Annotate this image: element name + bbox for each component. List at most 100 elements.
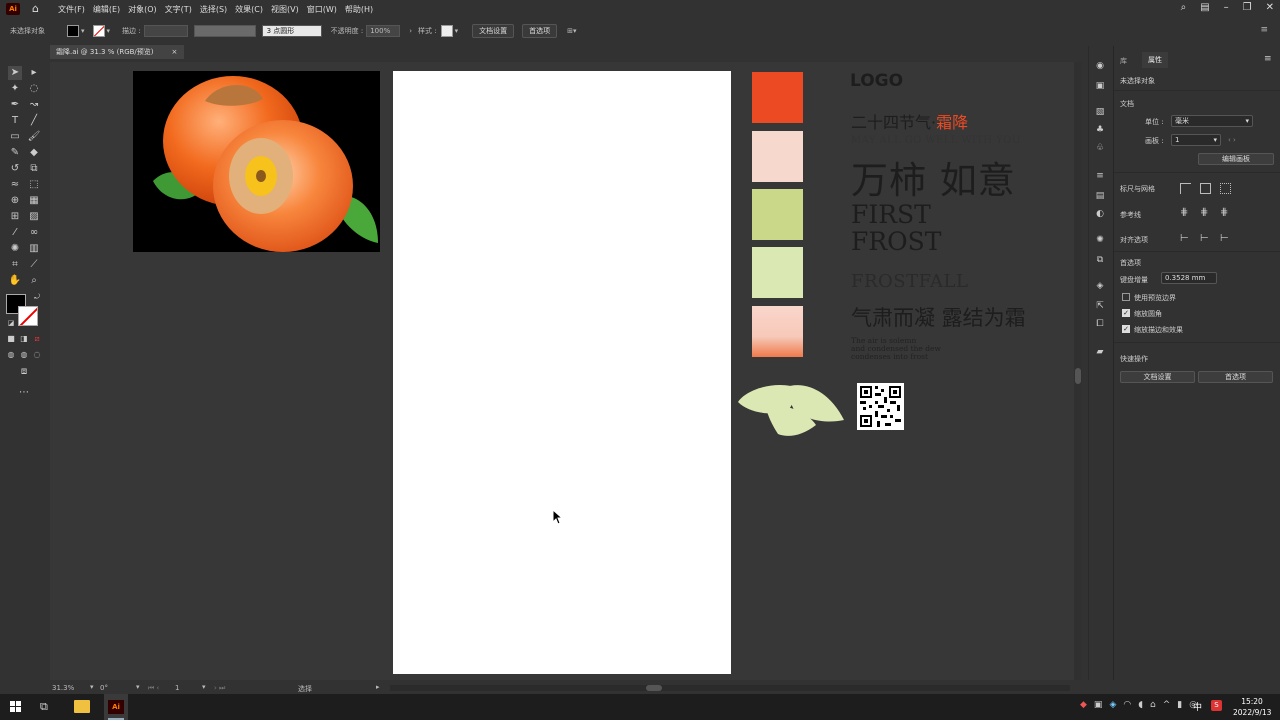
- chevron-down-icon[interactable]: ▾: [107, 27, 111, 35]
- description-line-3[interactable]: condenses into frost: [851, 353, 928, 361]
- tray-app-icon[interactable]: ◆: [1080, 700, 1087, 710]
- unit-dropdown[interactable]: 毫米 ▾: [1171, 115, 1253, 127]
- persimmon-image[interactable]: [133, 71, 380, 252]
- symbol-sprayer-icon[interactable]: ✺: [8, 242, 22, 256]
- default-colors-icon[interactable]: ◪: [4, 316, 18, 330]
- free-transform-icon[interactable]: ⬚: [27, 178, 41, 192]
- scale-strokes-checkbox[interactable]: ✓: [1122, 325, 1130, 333]
- minimize-icon[interactable]: –: [1224, 2, 1229, 13]
- opacity-field[interactable]: 100%: [366, 25, 401, 37]
- image-trace-icon[interactable]: ▧: [1094, 106, 1106, 118]
- tray-chevron-icon[interactable]: ^: [1163, 700, 1171, 710]
- more-tools-icon[interactable]: ⋯: [17, 386, 31, 400]
- symbols-icon[interactable]: ♧: [1094, 142, 1106, 154]
- perspective-grid-icon[interactable]: ▦: [27, 194, 41, 208]
- slice-tool-icon[interactable]: ⟋: [27, 258, 41, 272]
- swatch-light-green[interactable]: [752, 247, 803, 298]
- subtitle-text[interactable]: MAY ALL GO WELL WITH YOU: [851, 135, 1021, 146]
- draw-normal-icon[interactable]: ◍: [4, 348, 18, 362]
- stroke-weight-field[interactable]: [143, 25, 188, 37]
- grid-icon[interactable]: [1200, 183, 1211, 194]
- rulers-icon[interactable]: [1180, 183, 1191, 194]
- chevron-down-icon[interactable]: ▾: [455, 27, 459, 35]
- sogou-ime-icon[interactable]: S: [1211, 700, 1222, 711]
- tray-extra-icon[interactable]: ⌂: [1150, 700, 1156, 710]
- stroke-swatch[interactable]: [92, 25, 105, 37]
- tab-library[interactable]: 库: [1120, 56, 1127, 66]
- menu-effect[interactable]: 效果(C): [235, 4, 263, 15]
- artboard-dropdown[interactable]: 1 ▾: [1171, 134, 1221, 146]
- eraser-icon[interactable]: ◆: [27, 146, 41, 160]
- tray-mic-icon[interactable]: ▮: [1177, 700, 1182, 710]
- stroke-color-swatch[interactable]: [18, 306, 38, 326]
- artboard-nav-prev-icon[interactable]: ⏮ ‹: [148, 684, 159, 693]
- color-panel-icon[interactable]: ✺: [1094, 234, 1106, 246]
- preferences-button[interactable]: 首选项: [522, 24, 558, 38]
- artboard-tool-icon[interactable]: ⌗: [8, 258, 22, 272]
- tray-volume-icon[interactable]: ◖: [1138, 700, 1143, 710]
- maximize-icon[interactable]: ❐: [1243, 2, 1252, 13]
- mesh-tool-icon[interactable]: ⊞: [8, 210, 22, 224]
- column-graph-icon[interactable]: ▥: [27, 242, 41, 256]
- task-view-icon[interactable]: ⧉: [40, 700, 48, 714]
- frostfall-text[interactable]: FROSTFALL: [851, 271, 968, 292]
- close-icon[interactable]: ×: [172, 48, 178, 56]
- shape-builder-icon[interactable]: ⊕: [8, 194, 22, 208]
- qr-code[interactable]: [857, 383, 904, 430]
- preferences-quick-button[interactable]: 首选项: [1198, 371, 1273, 383]
- keyboard-increment-field[interactable]: 0.3528 mm: [1161, 272, 1217, 284]
- arrange-docs-icon[interactable]: ⊞▾: [567, 27, 576, 35]
- search-icon[interactable]: ⌕: [1181, 2, 1187, 13]
- draw-behind-icon[interactable]: ◍: [17, 348, 31, 362]
- logo-text[interactable]: LOGO: [850, 71, 903, 91]
- ime-indicator[interactable]: 中: [1193, 700, 1202, 713]
- menu-help[interactable]: 帮助(H): [345, 4, 373, 15]
- lock-guides-icon[interactable]: ⋕: [1200, 207, 1208, 218]
- poem-text[interactable]: 气肃而凝 露结为霜: [851, 302, 1026, 332]
- curvature-tool-icon[interactable]: ↝: [27, 98, 41, 112]
- first-frost-line-1[interactable]: FIRST: [851, 202, 931, 228]
- tray-network-icon[interactable]: ▣: [1094, 700, 1103, 710]
- align-to-selection-icon[interactable]: ⊢: [1180, 233, 1189, 244]
- export-icon[interactable]: ⇱: [1094, 300, 1106, 312]
- rotation-value[interactable]: 0°: [100, 684, 108, 692]
- menu-select[interactable]: 选择(S): [200, 4, 227, 15]
- panel-menu-icon[interactable]: ≡: [1264, 54, 1272, 64]
- show-guides-icon[interactable]: ⋕: [1180, 207, 1188, 218]
- chevron-right-icon[interactable]: ›: [409, 27, 412, 35]
- menu-file[interactable]: 文件(F): [58, 4, 85, 15]
- scale-corners-checkbox[interactable]: ✓: [1122, 309, 1130, 317]
- gradient-mode-icon[interactable]: ◨: [17, 332, 31, 346]
- layers-icon[interactable]: ◈: [1094, 280, 1106, 292]
- illustrator-taskbar-button[interactable]: Ai: [104, 694, 128, 720]
- shaper-tool-icon[interactable]: ✎: [8, 146, 22, 160]
- tab-properties[interactable]: 属性: [1142, 52, 1168, 68]
- menu-object[interactable]: 对象(O): [128, 4, 157, 15]
- paintbrush-icon[interactable]: 🖌: [27, 130, 41, 144]
- artboard-nav-arrows[interactable]: ‹ ›: [1228, 136, 1236, 144]
- menu-type[interactable]: 文字(T): [165, 4, 192, 15]
- transparency-icon[interactable]: ◐: [1094, 208, 1106, 220]
- slogan-text[interactable]: 万柿 如意: [851, 150, 1016, 204]
- document-icon[interactable]: ▣: [1094, 80, 1106, 92]
- brush-definition[interactable]: 3 点圆形: [261, 25, 322, 37]
- comments-icon[interactable]: ▰: [1094, 346, 1106, 358]
- zoom-tool-icon[interactable]: ⌕: [27, 274, 41, 288]
- align-to-key-object-icon[interactable]: ⊢: [1200, 233, 1209, 244]
- edit-artboards-button[interactable]: 编辑画板: [1198, 153, 1274, 165]
- artboards-icon[interactable]: ⧠: [1094, 318, 1106, 330]
- appearance-icon[interactable]: ◉: [1094, 60, 1106, 72]
- windows-start-icon[interactable]: [10, 701, 22, 713]
- document-setup-button[interactable]: 文档设置: [472, 24, 515, 38]
- close-icon[interactable]: ✕: [1266, 2, 1274, 13]
- solar-term-title[interactable]: 二十四节气·霜降: [851, 109, 968, 133]
- swatch-red[interactable]: [752, 72, 803, 123]
- menu-view[interactable]: 视图(V): [271, 4, 299, 15]
- align-to-artboard-icon[interactable]: ⊢: [1220, 233, 1229, 244]
- warp-tool-icon[interactable]: ≈: [8, 178, 22, 192]
- transparency-grid-icon[interactable]: [1220, 183, 1231, 194]
- tray-security-icon[interactable]: ◈: [1109, 700, 1116, 710]
- document-tab[interactable]: 霜降.ai @ 31.3 % (RGB/预览) ×: [50, 45, 184, 59]
- arrange-icon[interactable]: ▤: [1200, 2, 1209, 13]
- leaf-shape[interactable]: [736, 380, 848, 438]
